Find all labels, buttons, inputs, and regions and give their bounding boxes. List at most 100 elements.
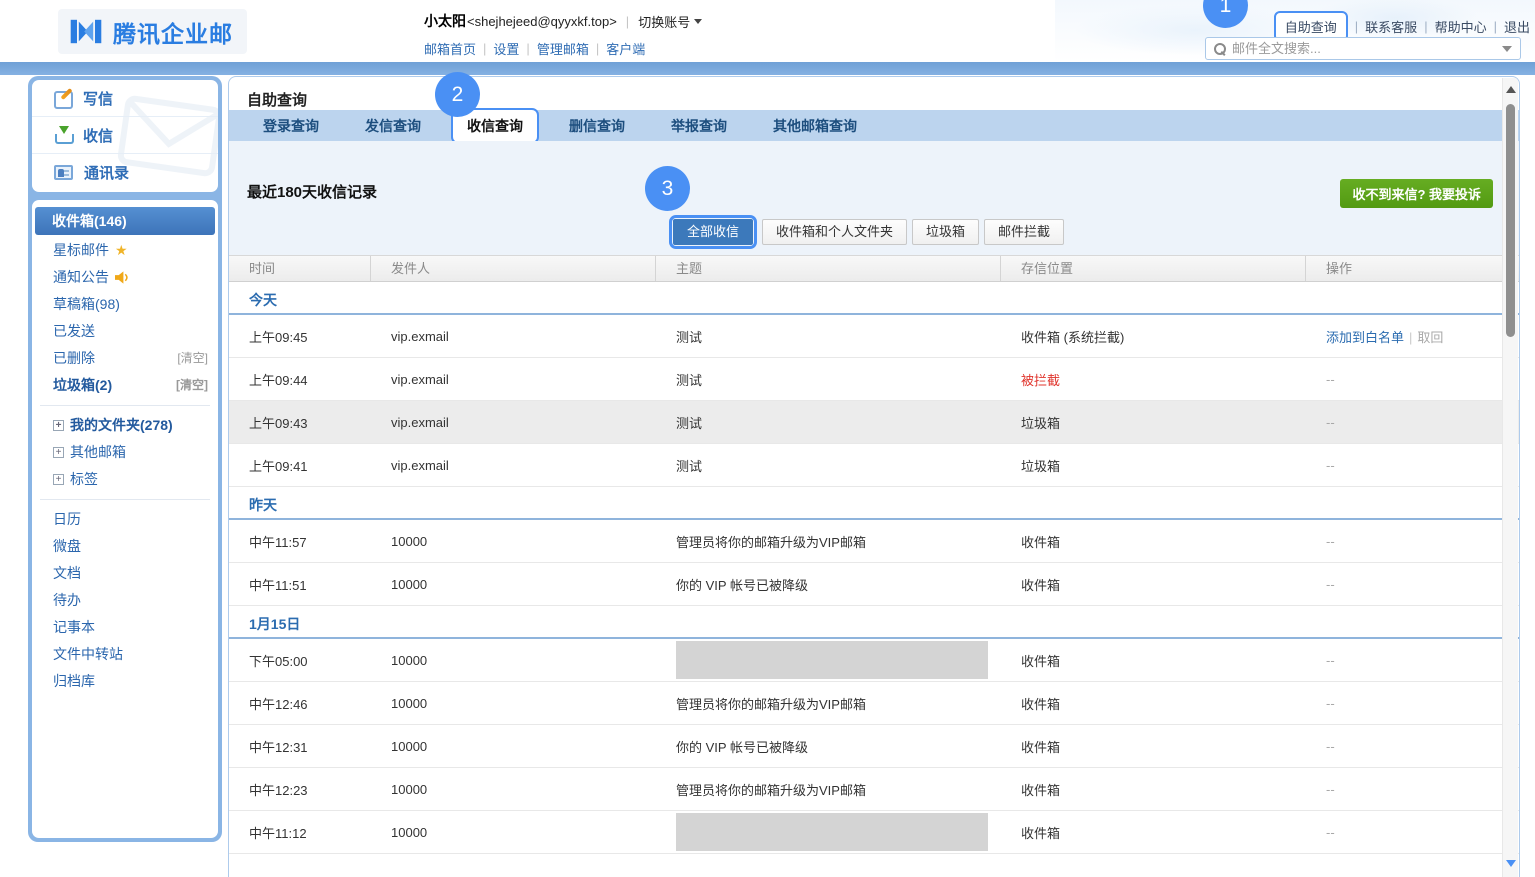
table-row[interactable]: 中午12:2310000管理员将你的邮箱升级为VIP邮箱收件箱-- (229, 768, 1519, 811)
cell-subject: 测试 (656, 327, 1001, 346)
cell-sender: vip.exmail (371, 458, 656, 473)
cell-time: 中午11:51 (229, 575, 371, 594)
action-muted: -- (1326, 782, 1335, 797)
sidebar-item[interactable]: 已发送 (32, 318, 218, 345)
tab-举报查询[interactable]: 举报查询 (671, 116, 727, 136)
expand-plus-icon[interactable]: + (53, 447, 64, 458)
top-link[interactable]: 帮助中心 (1435, 17, 1487, 36)
top-link[interactable]: 联系客服 (1365, 17, 1417, 36)
sidebar-action-compose[interactable]: 写信 (32, 80, 218, 117)
sidebar-item[interactable]: 微盘 (32, 533, 218, 560)
empty-folder-link[interactable]: [清空] (176, 372, 208, 399)
cell-sender: 10000 (371, 825, 656, 840)
sidebar-item-inbox-selected[interactable]: 收件箱(146) (35, 207, 215, 235)
search-icon (1214, 43, 1226, 55)
sidebar-item-label: 通知公告 (53, 264, 109, 291)
sidebar-item[interactable]: 已删除 [清空] (32, 345, 218, 372)
chevron-down-icon (694, 19, 702, 24)
sidebar-item[interactable]: 草稿箱(98) (32, 291, 218, 318)
tab-其他邮箱查询[interactable]: 其他邮箱查询 (773, 116, 857, 136)
cell-location: 收件箱 (1001, 694, 1306, 713)
user-name: 小太阳 (424, 11, 466, 31)
records-section: 最近180天收信记录 收不到来信? 我要投诉 全部收信收件箱和个人文件夹垃圾箱邮… (229, 141, 1519, 255)
sidebar-item[interactable]: 日历 (32, 506, 218, 533)
date-group-label: 昨天 (229, 487, 1519, 520)
sidebar-item[interactable]: 归档库 (32, 668, 218, 695)
action-muted: -- (1326, 577, 1335, 592)
date-group-label: 1月15日 (229, 606, 1519, 639)
cell-sender: vip.exmail (371, 372, 656, 387)
tab-发信查询[interactable]: 发信查询 (365, 116, 421, 136)
empty-folder-link[interactable]: [清空] (177, 345, 208, 372)
scrollbar-thumb[interactable] (1506, 104, 1515, 337)
table-row[interactable]: 上午09:41vip.exmail测试垃圾箱-- (229, 444, 1519, 487)
filter-垃圾箱[interactable]: 垃圾箱 (912, 219, 979, 245)
table-row[interactable]: 中午12:3110000你的 VIP 帐号已被降级收件箱-- (229, 725, 1519, 768)
sidebar-action-receive[interactable]: 收信 (32, 117, 218, 154)
table-row[interactable]: 上午09:43vip.exmail测试垃圾箱-- (229, 401, 1519, 444)
sidebar-action-contacts[interactable]: 通讯录 (32, 154, 218, 191)
column-header: 时间 (229, 256, 371, 281)
sidebar-item-label: 我的文件夹(278) (70, 412, 173, 439)
sidebar-item[interactable]: +其他邮箱 (32, 439, 218, 466)
filter-邮件拦截[interactable]: 邮件拦截 (984, 219, 1064, 245)
expand-plus-icon[interactable]: + (53, 420, 64, 431)
sidebar-item[interactable]: 星标邮件★ (32, 237, 218, 264)
sidebar-divider (40, 499, 210, 500)
table-row[interactable]: 中午11:5710000管理员将你的邮箱升级为VIP邮箱收件箱-- (229, 520, 1519, 563)
scroll-up-icon[interactable] (1506, 86, 1516, 93)
table-row[interactable]: 中午12:4610000管理员将你的邮箱升级为VIP邮箱收件箱-- (229, 682, 1519, 725)
sidebar-item[interactable]: 待办 (32, 587, 218, 614)
table-row[interactable]: 下午05:0010000收件箱-- (229, 639, 1519, 682)
table-row[interactable]: 中午11:5110000你的 VIP 帐号已被降级收件箱-- (229, 563, 1519, 606)
compose-icon (54, 89, 72, 107)
search-scope-dropdown-icon[interactable] (1502, 46, 1512, 52)
scrollbar[interactable] (1502, 78, 1518, 877)
sidebar-divider (40, 405, 210, 406)
tab-登录查询[interactable]: 登录查询 (263, 116, 319, 136)
sidebar-action-label: 收信 (83, 125, 113, 146)
redacted-subject (676, 813, 988, 851)
table-row[interactable]: 上午09:45vip.exmail测试收件箱 (系统拦截)添加到白名单|取回 (229, 315, 1519, 358)
header-nav-link[interactable]: 设置 (493, 39, 519, 58)
search-input[interactable] (1232, 41, 1502, 56)
sidebar-item-label: 已删除 (53, 345, 95, 372)
action-muted: -- (1326, 372, 1335, 387)
cell-subject: 测试 (656, 413, 1001, 432)
section-title: 最近180天收信记录 (247, 181, 377, 202)
sidebar-item[interactable]: 垃圾箱(2)[清空] (32, 372, 218, 399)
cell-actions: -- (1306, 534, 1519, 549)
sidebar-item[interactable]: + 我的文件夹(278) (32, 412, 218, 439)
filter-收件箱和个人文件夹[interactable]: 收件箱和个人文件夹 (762, 219, 907, 245)
cell-actions: -- (1306, 577, 1519, 592)
cell-subject (656, 641, 1001, 679)
sidebar-item-label: 待办 (53, 587, 81, 614)
mail-search-bar[interactable] (1205, 37, 1521, 60)
top-link[interactable]: 退出 (1504, 17, 1530, 36)
separator: | (596, 41, 599, 56)
complaint-button[interactable]: 收不到来信? 我要投诉 (1340, 179, 1493, 208)
filter-全部收信[interactable]: 全部收信 (673, 219, 753, 245)
scroll-down-icon[interactable] (1506, 860, 1516, 867)
cell-location: 收件箱 (1001, 780, 1306, 799)
sidebar-item[interactable]: 文档 (32, 560, 218, 587)
action-link[interactable]: 添加到白名单 (1326, 330, 1404, 345)
user-block: 小太阳 <shejhejeed@qyyxkf.top> | 切换账号 邮箱首页 |… (424, 11, 702, 58)
user-email: <shejhejeed@qyyxkf.top> (467, 14, 617, 29)
header-nav-link[interactable]: 客户端 (606, 39, 645, 58)
sidebar-item[interactable]: +标签 (32, 466, 218, 493)
tab-删信查询[interactable]: 删信查询 (569, 116, 625, 136)
sidebar-item[interactable]: 记事本 (32, 614, 218, 641)
switch-account-link[interactable]: 切换账号 (638, 12, 702, 31)
separator: | (483, 41, 486, 56)
sidebar-item[interactable]: 文件中转站 (32, 641, 218, 668)
sidebar-item-label: 归档库 (53, 668, 95, 695)
header-nav-link[interactable]: 管理邮箱 (537, 39, 589, 58)
table-row[interactable]: 中午11:1210000收件箱-- (229, 811, 1519, 854)
sidebar-item[interactable]: 通知公告 (32, 264, 218, 291)
action-muted: -- (1326, 696, 1335, 711)
header-nav-link[interactable]: 邮箱首页 (424, 39, 476, 58)
expand-plus-icon[interactable]: + (53, 474, 64, 485)
cell-sender: 10000 (371, 577, 656, 592)
table-row[interactable]: 上午09:44vip.exmail测试被拦截-- (229, 358, 1519, 401)
